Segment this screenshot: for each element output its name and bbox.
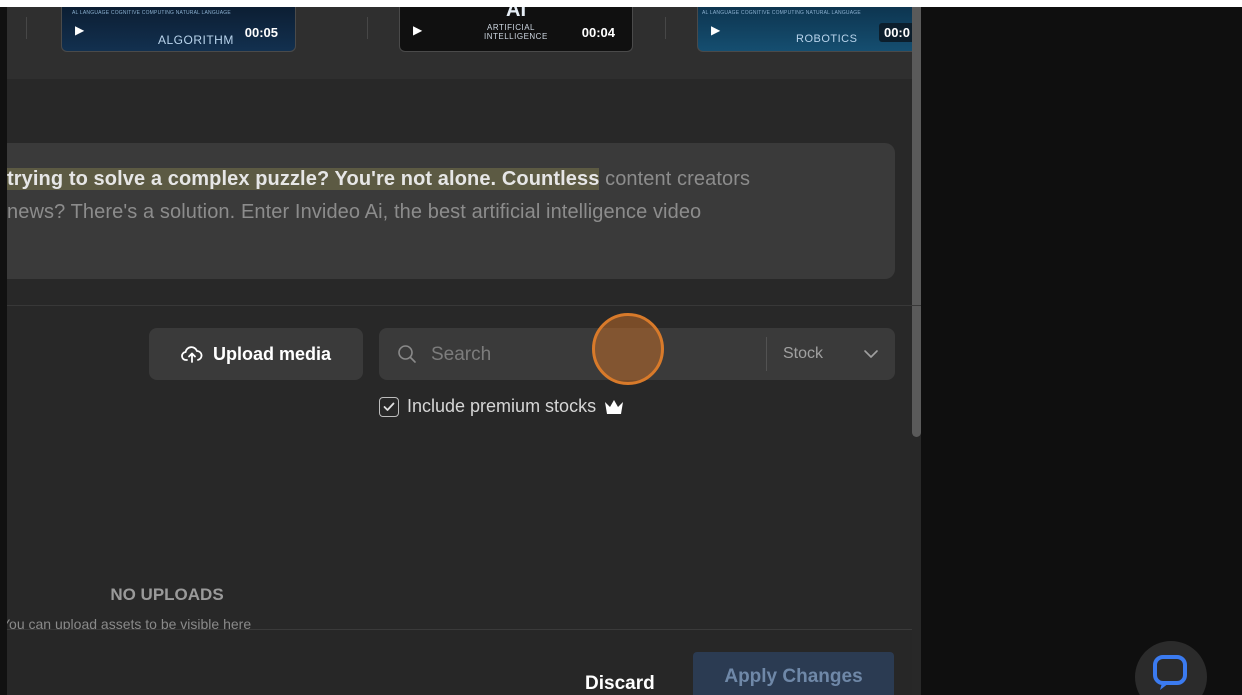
play-icon[interactable]: ▶ — [413, 24, 422, 36]
divider — [26, 17, 27, 39]
clip-thumbnail[interactable]: AL LANGUAGE COGNITIVE COMPUTING NATURAL … — [61, 7, 296, 52]
app-frame: AL LANGUAGE COGNITIVE COMPUTING NATURAL … — [0, 7, 1242, 695]
source-select-label[interactable]: Stock — [783, 345, 823, 363]
divider — [665, 17, 666, 39]
play-icon[interactable]: ▶ — [75, 24, 84, 36]
upload-media-button[interactable]: Upload media — [149, 328, 363, 380]
highlighted-words: trying to solve a complex puzzle? You're… — [7, 168, 600, 190]
search-input[interactable] — [429, 336, 753, 374]
divider — [367, 17, 368, 39]
empty-state-title: NO UPLOADS — [110, 585, 224, 604]
play-icon[interactable]: ▶ — [711, 24, 720, 36]
thumbnail-subtitle: ROBOTICS — [796, 33, 858, 45]
clip-thumbnail-strip: AL LANGUAGE COGNITIVE COMPUTING NATURAL … — [7, 7, 913, 79]
clip-thumbnail[interactable]: AL LANGUAGE COGNITIVE COMPUTING NATURAL … — [697, 7, 913, 52]
premium-stocks-option[interactable]: Include premium stocks — [379, 396, 624, 417]
script-line: news? There's a solution. Enter Invideo … — [7, 201, 702, 223]
duration-badge: 00:0 — [878, 23, 913, 42]
cloud-upload-icon — [181, 346, 203, 363]
background-area — [921, 7, 1242, 695]
clip-thumbnail[interactable]: AI ▶ ARTIFICIAL INTELLIGENCE 00:04 — [399, 7, 633, 52]
divider — [766, 337, 767, 371]
remaining-words: content creators — [599, 168, 751, 190]
premium-checkbox[interactable] — [379, 396, 399, 417]
chat-bubble-icon — [1153, 655, 1187, 690]
checkmark-icon — [383, 402, 395, 411]
duration-badge: 00:05 — [244, 25, 278, 40]
thumbnail-caption: AL LANGUAGE COGNITIVE COMPUTING NATURAL … — [72, 10, 231, 16]
premium-label: Include premium stocks — [407, 396, 597, 416]
search-icon — [398, 345, 416, 363]
script-line: trying to solve a complex puzzle? You're… — [7, 168, 750, 191]
vertical-scrollbar[interactable] — [912, 7, 921, 437]
click-cursor-indicator — [592, 313, 664, 385]
duration-badge: 00:04 — [581, 25, 615, 40]
thumbnail-caption: AL LANGUAGE COGNITIVE COMPUTING NATURAL … — [702, 10, 861, 16]
thumbnail-subtitle: ARTIFICIAL INTELLIGENCE — [484, 23, 548, 41]
edit-media-panel: AL LANGUAGE COGNITIVE COMPUTING NATURAL … — [7, 7, 921, 695]
apply-changes-button[interactable]: Apply Changes — [693, 652, 894, 695]
crown-icon — [605, 399, 624, 414]
discard-button[interactable]: Discard — [585, 673, 655, 695]
script-text-area[interactable]: trying to solve a complex puzzle? You're… — [7, 143, 895, 279]
upload-media-label: Upload media — [212, 343, 332, 364]
chevron-down-icon[interactable] — [863, 346, 879, 362]
panel-footer: Discard Apply Changes — [7, 629, 912, 695]
thumbnail-subtitle: ALGORITHM — [158, 33, 234, 47]
thumbnail-title: AI — [506, 7, 526, 21]
section-divider — [7, 305, 921, 306]
